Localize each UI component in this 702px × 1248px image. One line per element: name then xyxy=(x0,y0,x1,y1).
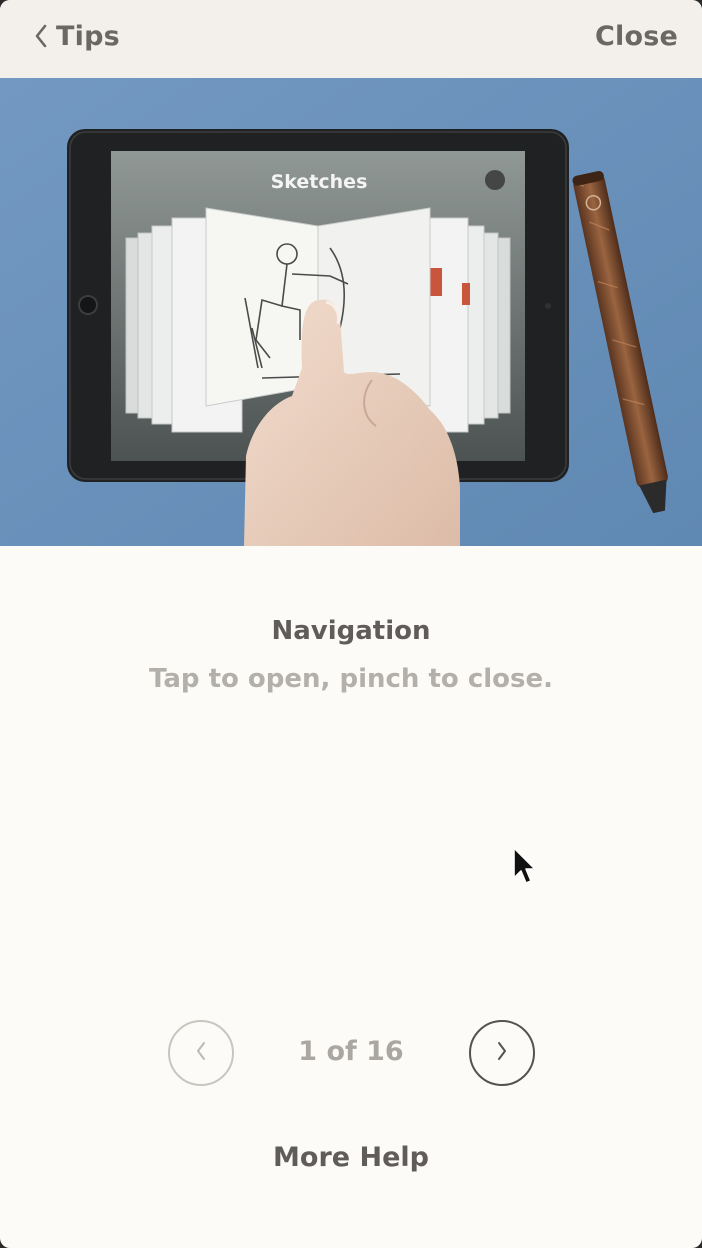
previous-tip-button[interactable] xyxy=(168,1020,234,1086)
pagination: 1 of 16 xyxy=(0,1020,702,1090)
close-button-label: Close xyxy=(594,20,678,52)
next-tip-button[interactable] xyxy=(469,1020,535,1086)
tip-title: Navigation xyxy=(271,616,431,646)
back-button-label: Tips xyxy=(56,20,120,52)
tip-description: Tap to open, pinch to close. xyxy=(148,664,553,694)
mouse-pointer-icon xyxy=(512,846,538,890)
tips-window: Tips Close Sketches Navigation Tap to op… xyxy=(0,0,702,1248)
chevron-right-icon xyxy=(495,1040,509,1066)
more-help-link[interactable]: More Help xyxy=(0,1142,702,1173)
tip-video-image: Sketches xyxy=(0,78,702,546)
chevron-left-icon xyxy=(34,24,48,48)
svg-text:Sketches: Sketches xyxy=(271,171,368,193)
navigation-bar: Tips Close xyxy=(0,0,702,78)
chevron-left-icon xyxy=(194,1040,208,1066)
close-button[interactable]: Close xyxy=(595,14,678,58)
page-indicator: 1 of 16 xyxy=(298,1036,404,1067)
back-button[interactable]: Tips xyxy=(34,14,120,58)
